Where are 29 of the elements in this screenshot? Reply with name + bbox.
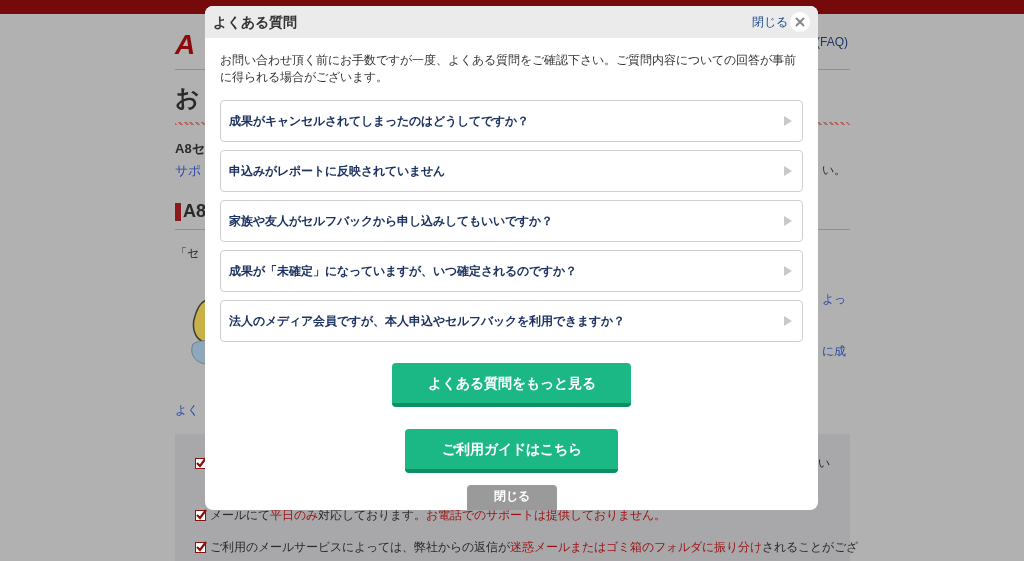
close-icon[interactable]: [790, 12, 810, 32]
close-link[interactable]: 閉じる: [752, 13, 788, 31]
faq-question[interactable]: 成果が「未確定」になっていますが、いつ確定されるのですか？: [220, 250, 803, 292]
section-heading: A8: [183, 200, 206, 223]
notice-text: ご利用のメールサービスによっては、弊社からの返信が迷惑メールまたはゴミ箱のフォルダに振り分けされることがござ: [210, 539, 858, 556]
intro-text-end: い。: [822, 161, 847, 179]
faq-question[interactable]: 家族や友人がセルフバックから申し込みしてもいいですか？: [220, 200, 803, 242]
page-title: お: [175, 83, 201, 113]
checkbox-icon: [195, 509, 207, 521]
section-text: 「セ: [175, 245, 200, 262]
checkbox-icon: [195, 541, 207, 553]
triangle-right-icon: [784, 316, 792, 326]
triangle-right-icon: [784, 166, 792, 176]
text-link[interactable]: よっ: [822, 290, 850, 308]
support-link[interactable]: サポ: [175, 160, 201, 180]
faq-question[interactable]: 成果がキャンセルされてしまったのはどうしてですか？: [220, 100, 803, 142]
heading-marker-icon: [175, 202, 181, 221]
intro-text: A8セ: [175, 140, 206, 158]
triangle-right-icon: [784, 266, 792, 276]
dialog-title: よくある質問: [213, 12, 297, 32]
faq-question[interactable]: 申込みがレポートに反映されていません: [220, 150, 803, 192]
notice-text: メールにて平日のみ対応しております。お電話でのサポートは提供しておりません。: [210, 507, 666, 524]
dialog-intro: お問い合わせ頂く前にお手数ですが一度、よくある質問をご確認下さい。ご質問内容についての回答が事前に得られる場合がございます。: [220, 52, 797, 86]
triangle-right-icon: [784, 216, 792, 226]
triangle-right-icon: [784, 116, 792, 126]
text-link[interactable]: に成: [822, 342, 850, 360]
faq-question[interactable]: 法人のメディア会員ですが、本人申込やセルフバックを利用できますか？: [220, 300, 803, 342]
notice-text: い: [818, 455, 830, 472]
logo[interactable]: A: [175, 31, 196, 59]
